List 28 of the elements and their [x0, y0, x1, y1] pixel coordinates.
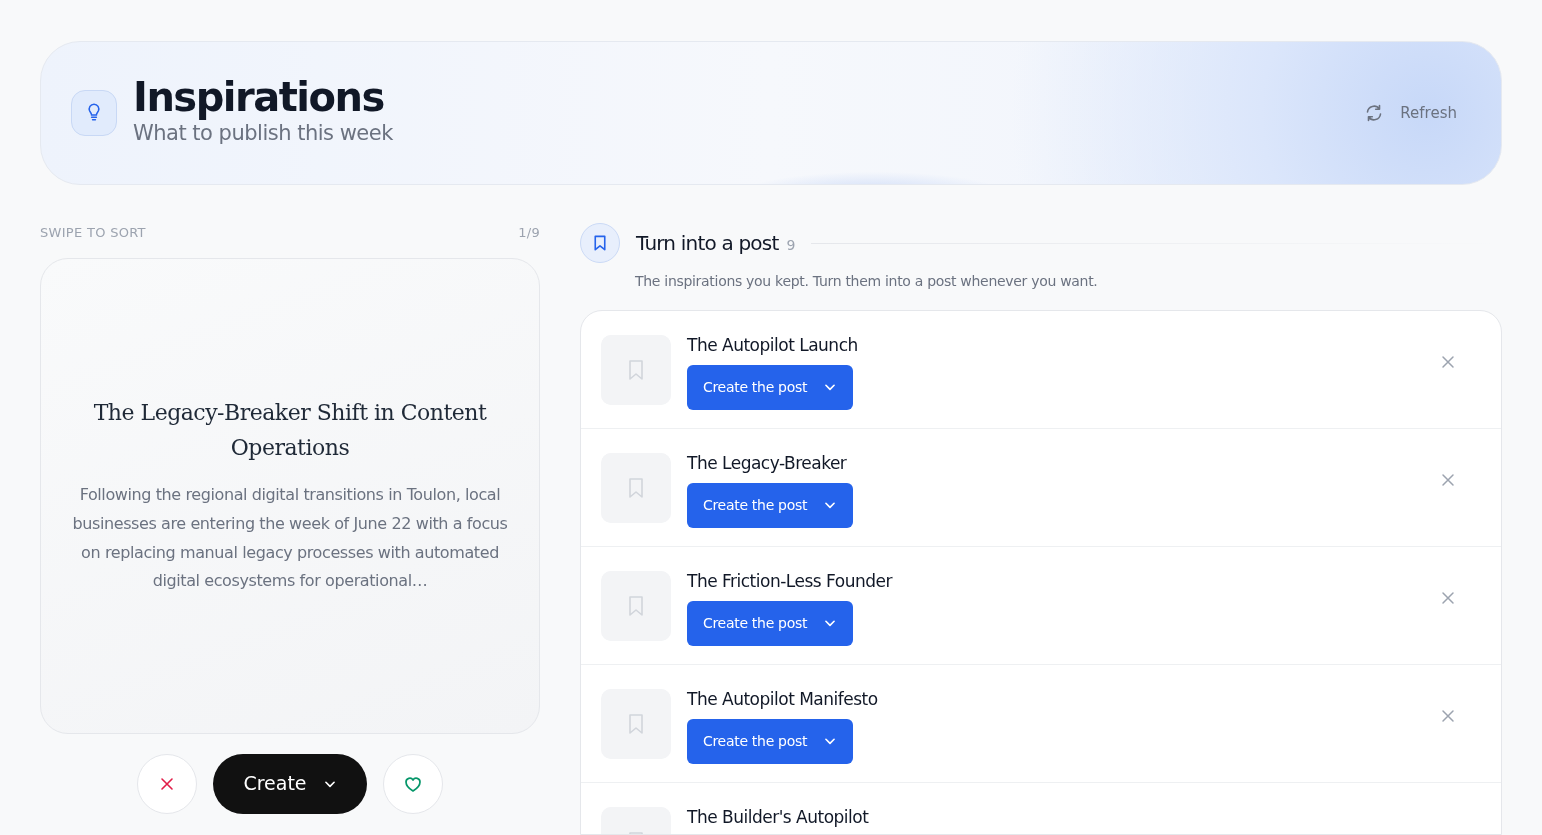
item-title: The Autopilot Launch	[687, 334, 859, 357]
bookmark-icon	[580, 223, 620, 263]
close-icon	[1442, 473, 1454, 486]
create-post-button[interactable]: Create the post	[687, 718, 854, 764]
page-title: Inspirations	[133, 76, 385, 119]
close-icon	[1442, 355, 1454, 368]
close-icon	[1442, 591, 1454, 604]
section-title: Turn into a post	[636, 230, 779, 257]
create-post-button[interactable]: Create the post	[687, 600, 854, 646]
card-counter: 1/9	[518, 224, 540, 242]
item-title: The Autopilot Manifesto	[687, 688, 879, 711]
card-title: The Legacy-Breaker Shift in Content Operations	[92, 398, 488, 462]
create-post-button[interactable]: Create the post	[687, 364, 854, 410]
section-label: SWIPE TO SORT	[40, 224, 146, 242]
refresh-button[interactable]: Refresh	[1360, 97, 1461, 129]
heart-icon	[404, 776, 421, 792]
create-button[interactable]: Create	[213, 753, 367, 814]
item-title: The Legacy-Breaker	[687, 452, 848, 475]
create-post-button[interactable]: Create the post	[687, 482, 854, 528]
close-icon	[161, 777, 174, 790]
section-description: The inspirations you kept. Turn them into a post whenever you want.	[635, 272, 1099, 291]
item-count: 9	[786, 236, 796, 255]
item-title: The Builder's Autopilot	[687, 806, 870, 829]
card-description: Following the regional digital transitions in Toulon, local businesses are entering the week of June 22 with a focus on replacing manual legacy processes with automated digital ecosystems for operational…	[71, 484, 509, 593]
lightbulb-icon	[71, 90, 117, 136]
close-icon	[1442, 709, 1454, 722]
page-subtitle: What to publish this week	[133, 120, 394, 148]
item-title: The Friction-Less Founder	[687, 570, 894, 593]
